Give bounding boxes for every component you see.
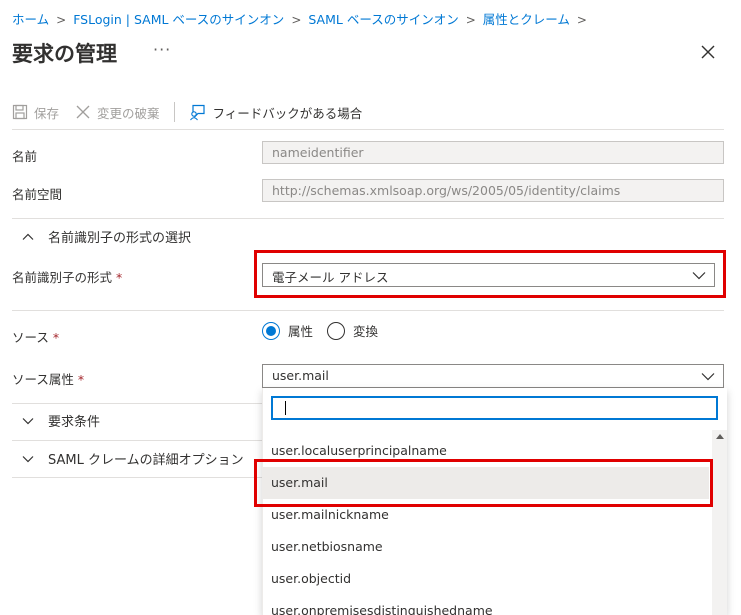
source-attribute-select[interactable]: user.mail	[262, 364, 724, 388]
section-divider	[12, 403, 262, 404]
discard-label: 変更の破棄	[97, 105, 160, 121]
source-radio-group: 属性 変換	[262, 321, 378, 340]
more-options-icon[interactable]: ···	[153, 40, 171, 59]
discard-icon	[76, 105, 90, 119]
breadcrumb-separator: >	[291, 13, 302, 27]
nameid-format-text: 名前識別子の形式	[12, 270, 113, 285]
dropdown-option[interactable]: user.objectid	[263, 563, 709, 595]
save-button[interactable]: 保存	[12, 103, 59, 122]
toolbar-divider	[173, 102, 175, 122]
namespace-label: 名前空間	[12, 187, 63, 202]
source-attribute-text: ソース属性	[12, 372, 74, 387]
radio-transform-label: 変換	[353, 324, 379, 339]
source-attribute-label: ソース属性 *	[12, 369, 84, 388]
close-icon[interactable]	[698, 42, 718, 62]
section-advanced-label: SAML クレームの詳細オプション	[48, 453, 244, 468]
required-indicator: *	[116, 270, 123, 285]
name-field: nameidentifier	[262, 141, 724, 164]
dropdown-scrollbar[interactable]	[712, 430, 727, 615]
source-attribute-value: user.mail	[272, 368, 329, 383]
toolbar-separator	[12, 129, 724, 130]
radio-attribute[interactable]	[262, 321, 280, 340]
chevron-down-icon	[22, 455, 34, 462]
dropdown-option[interactable]: user.netbiosname	[263, 531, 709, 563]
discard-button[interactable]: 変更の破棄	[75, 103, 160, 122]
required-indicator: *	[52, 330, 60, 345]
page-title: 要求の管理	[12, 42, 117, 66]
breadcrumb-claims[interactable]: 属性とクレーム	[483, 12, 570, 27]
name-label: 名前	[12, 149, 38, 164]
chevron-down-icon	[22, 417, 34, 424]
section-divider	[12, 440, 262, 441]
radio-dot	[266, 325, 276, 336]
text-caret	[285, 401, 286, 415]
highlight-box-nameid	[254, 250, 726, 298]
chevron-up-icon	[22, 233, 34, 240]
command-bar: 保存 変更の破棄 フィードバックがある場合	[12, 99, 378, 125]
save-icon	[12, 104, 28, 120]
nameid-format-label: 名前識別子の形式 *	[12, 267, 122, 286]
section-nameid-label: 名前識別子の形式の選択	[48, 231, 192, 246]
section-claim-conditions[interactable]: 要求条件	[22, 411, 100, 430]
source-text: ソース	[12, 330, 49, 345]
scroll-up-arrow-icon[interactable]	[716, 434, 724, 439]
section-advanced-options[interactable]: SAML クレームの詳細オプション	[22, 449, 244, 468]
breadcrumb: ホーム > FSLogin | SAML ベースのサインオン > SAML ベースのサイ…	[12, 9, 594, 28]
breadcrumb-app[interactable]: FSLogin | SAML ベースのサインオン	[73, 12, 284, 27]
radio-attribute-label: 属性	[288, 324, 314, 339]
highlight-box-usermail	[254, 459, 713, 507]
section-divider	[12, 310, 724, 311]
breadcrumb-saml[interactable]: SAML ベースのサインオン	[308, 12, 458, 27]
namespace-field: http://schemas.xmlsoap.org/ws/2005/05/id…	[262, 179, 724, 202]
breadcrumb-separator: >	[576, 13, 587, 27]
section-divider	[12, 218, 724, 219]
section-divider	[12, 477, 262, 478]
section-conditions-label: 要求条件	[48, 415, 101, 430]
feedback-button[interactable]: フィードバックがある場合	[189, 103, 363, 122]
radio-transform[interactable]	[327, 321, 346, 340]
feedback-label: フィードバックがある場合	[212, 105, 363, 121]
required-indicator: *	[77, 372, 85, 387]
feedback-icon	[189, 104, 205, 121]
breadcrumb-home[interactable]: ホーム	[12, 12, 49, 27]
section-nameid-format[interactable]: 名前識別子の形式の選択	[22, 227, 191, 246]
source-label: ソース *	[12, 327, 59, 346]
chevron-down-icon	[701, 373, 715, 381]
dropdown-search-input[interactable]	[271, 396, 718, 420]
breadcrumb-separator: >	[465, 13, 476, 27]
save-label: 保存	[34, 105, 60, 121]
dropdown-option[interactable]: user.onpremisesdistinguishedname	[263, 595, 709, 615]
breadcrumb-separator: >	[56, 13, 67, 27]
